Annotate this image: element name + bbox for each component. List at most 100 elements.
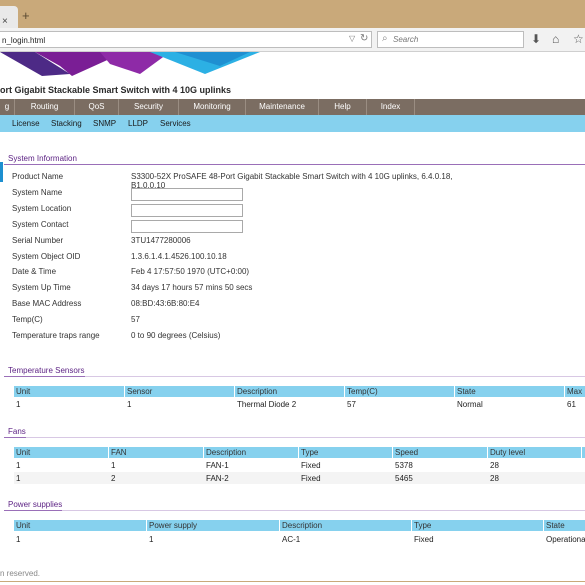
- info-label: Base MAC Address: [12, 299, 82, 308]
- table-cell: 1: [149, 535, 154, 544]
- info-label: System Object OID: [12, 252, 81, 261]
- column-header: Speed: [395, 448, 419, 457]
- url-text: n_login.html: [2, 36, 46, 45]
- table-cell: 1: [127, 400, 132, 409]
- section-title-system-information: System Information: [8, 154, 77, 163]
- column-header: FAN: [111, 448, 127, 457]
- menu-item-security[interactable]: Security: [119, 99, 179, 115]
- tab-close-icon[interactable]: ×: [2, 17, 8, 27]
- column-divider: [203, 447, 204, 458]
- table-cell: FAN-2: [206, 474, 229, 483]
- table-row: 1 1 AC-1 Fixed Operational: [14, 533, 585, 545]
- table-cell: Thermal Diode 2: [237, 400, 297, 409]
- table-cell: 1: [111, 461, 116, 470]
- system-location-field[interactable]: [131, 204, 243, 217]
- base-mac-value: 08:BD:43:6B:80:E4: [131, 299, 200, 308]
- fans-table-header: Unit FAN Description Type Speed Duty lev…: [14, 447, 585, 458]
- table-cell: 28: [490, 474, 499, 483]
- column-header: Duty level: [490, 448, 526, 457]
- chevron-down-icon[interactable]: ▽: [349, 34, 355, 43]
- temp-traps-range-value: 0 to 90 degrees (Celsius): [131, 331, 221, 340]
- system-name-field[interactable]: [131, 188, 243, 201]
- table-cell: 2: [111, 474, 116, 483]
- temp-value: 57: [131, 315, 140, 324]
- submenu-item-stacking[interactable]: Stacking: [51, 119, 82, 128]
- column-header: Description: [282, 521, 323, 530]
- section-title-fans: Fans: [8, 427, 26, 436]
- browser-tab-bar: × +: [0, 0, 585, 28]
- section-divider: [4, 510, 62, 511]
- submenu-item-lldp[interactable]: LLDP: [128, 119, 148, 128]
- submenu-item-services[interactable]: Services: [160, 119, 191, 128]
- bookmark-star-icon[interactable]: ☆: [573, 32, 584, 46]
- table-cell: 5465: [395, 474, 413, 483]
- table-cell: 57: [347, 400, 356, 409]
- table-cell: 1: [16, 400, 21, 409]
- table-cell: Normal: [457, 400, 483, 409]
- column-divider: [298, 447, 299, 458]
- url-bar[interactable]: n_login.html ▽ ↻: [0, 31, 372, 48]
- table-cell: 1: [16, 461, 21, 470]
- column-header: Type: [414, 521, 432, 530]
- table-cell: 5378: [395, 461, 413, 470]
- date-time-value: Feb 4 17:57:50 1970 (UTC+0:00): [131, 267, 250, 276]
- table-row: 1 2 FAN-2 Fixed 5465 28: [14, 472, 585, 484]
- column-header: Type: [301, 448, 319, 457]
- table-cell: Fixed: [414, 535, 434, 544]
- column-divider: [564, 386, 565, 397]
- column-header: Sensor: [127, 387, 153, 396]
- column-divider: [146, 520, 147, 531]
- footer-copyright: n reserved.: [0, 569, 41, 578]
- table-cell: Operational: [546, 535, 585, 544]
- menu-item-system[interactable]: g: [0, 99, 15, 115]
- submenu-item-snmp[interactable]: SNMP: [93, 119, 116, 128]
- reload-icon[interactable]: ↻: [360, 33, 368, 44]
- table-cell: FAN-1: [206, 461, 229, 470]
- menu-item-qos[interactable]: QoS: [75, 99, 119, 115]
- column-header: State: [546, 521, 565, 530]
- info-label: Product Name: [12, 172, 64, 181]
- footer-divider: [0, 581, 585, 582]
- section-divider: [4, 437, 26, 438]
- search-input[interactable]: ⌕ Search: [377, 31, 524, 48]
- download-icon[interactable]: ⬇: [531, 32, 541, 46]
- page-title: ort Gigabit Stackable Smart Switch with …: [0, 85, 232, 95]
- info-label: Serial Number: [12, 236, 64, 245]
- menu-item-index[interactable]: Index: [367, 99, 415, 115]
- column-header: Temp(C): [347, 387, 378, 396]
- table-cell: AC-1: [282, 535, 301, 544]
- table-cell: 1: [16, 474, 21, 483]
- column-divider: [108, 447, 109, 458]
- home-icon[interactable]: ⌂: [552, 32, 559, 46]
- info-label: System Contact: [12, 220, 69, 229]
- column-header: Unit: [16, 521, 31, 530]
- section-divider: [4, 164, 585, 165]
- menu-item-help[interactable]: Help: [319, 99, 367, 115]
- column-divider: [392, 447, 393, 458]
- column-divider: [234, 386, 235, 397]
- table-cell: 28: [490, 461, 499, 470]
- new-tab-icon[interactable]: +: [22, 9, 30, 22]
- section-title-temperature-sensors: Temperature Sensors: [8, 366, 85, 375]
- sub-menu: License Stacking SNMP LLDP Services: [0, 115, 585, 132]
- column-header: Unit: [16, 448, 31, 457]
- column-divider: [124, 386, 125, 397]
- table-cell: Fixed: [301, 461, 321, 470]
- table-row: 1 1 Thermal Diode 2 57 Normal 61: [14, 398, 585, 410]
- submenu-item-license[interactable]: License: [12, 119, 40, 128]
- column-header: Power supply: [149, 521, 198, 530]
- menu-item-routing[interactable]: Routing: [15, 99, 75, 115]
- table-cell: Fixed: [301, 474, 321, 483]
- banner-graphic: [0, 52, 260, 76]
- menu-item-monitoring[interactable]: Monitoring: [179, 99, 246, 115]
- system-contact-field[interactable]: [131, 220, 243, 233]
- column-header: Max: [567, 387, 583, 396]
- browser-tab[interactable]: ×: [0, 6, 18, 28]
- power-table-header: Unit Power supply Description Type State: [14, 520, 585, 531]
- section-title-power-supplies: Power supplies: [8, 500, 63, 509]
- table-row: 1 1 FAN-1 Fixed 5378 28: [14, 459, 585, 471]
- menu-item-maintenance[interactable]: Maintenance: [246, 99, 319, 115]
- main-menu: g Routing QoS Security Monitoring Mainte…: [0, 99, 585, 115]
- column-divider: [581, 447, 582, 458]
- side-tab-indicator: [0, 162, 3, 182]
